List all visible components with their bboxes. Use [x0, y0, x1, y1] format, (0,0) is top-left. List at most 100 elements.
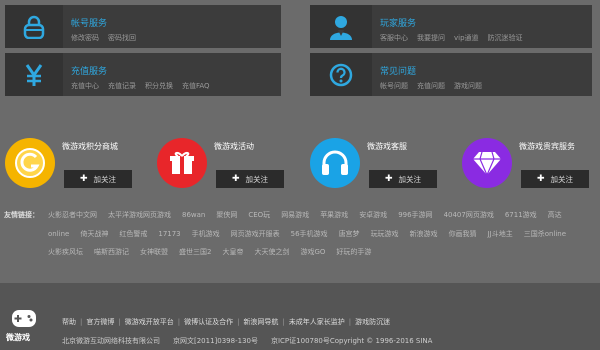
- friend-link[interactable]: 女神联盟: [140, 248, 168, 256]
- link-recover-password[interactable]: 密码找回: [108, 34, 136, 42]
- plus-icon: ✚: [79, 174, 88, 184]
- nav-separator: |: [348, 318, 352, 326]
- license-number: 京网文[2011]0398-130号: [173, 337, 258, 345]
- nav-separator: |: [177, 318, 181, 326]
- follow-button[interactable]: ✚ 加关注: [369, 170, 437, 188]
- headphones-icon[interactable]: [310, 138, 360, 188]
- icp-copyright: 京ICP证100780号Copyright © 1996-2016 SINA: [270, 337, 433, 345]
- recharge-service-title[interactable]: 充值服务: [71, 64, 107, 77]
- friend-link[interactable]: 火影疾风坛: [48, 248, 83, 256]
- link-account-issues[interactable]: 帐号问题: [380, 82, 408, 90]
- follow-button[interactable]: ✚ 加关注: [64, 170, 132, 188]
- recharge-service: 充值服务 充值中心 充值记录 积分兑换 充值FAQ: [5, 53, 281, 96]
- friend-link[interactable]: 40407网页游戏: [444, 211, 494, 219]
- friend-link[interactable]: 手机游戏: [192, 230, 220, 238]
- link-points-exchange[interactable]: 积分兑换: [145, 82, 173, 90]
- player-service-title[interactable]: 玩家服务: [380, 16, 416, 29]
- friend-links-row: 火影疾风坛 喵斯西游记 女神联盟 盛世三国2 大皇帝 大天使之剑 游戏GO 好玩的手游: [48, 246, 382, 258]
- friend-link[interactable]: 高达: [548, 211, 562, 219]
- friend-link[interactable]: 17173: [158, 230, 180, 238]
- player-service: 玩家服务 客服中心 我要提问 vip通道 防沉迷验证: [310, 5, 592, 48]
- footer-nav-link[interactable]: 新浪网导航: [243, 318, 278, 326]
- link-recharge-records[interactable]: 充值记录: [108, 82, 136, 90]
- friend-link[interactable]: 火影忍者中文网: [48, 211, 97, 219]
- follow-label: 加关注: [398, 174, 422, 184]
- footer-nav-link[interactable]: 游戏防沉迷: [355, 318, 390, 326]
- friend-link[interactable]: 56手机游戏: [291, 230, 328, 238]
- footer-nav-link[interactable]: 官方微博: [86, 318, 114, 326]
- link-vip-channel[interactable]: vip通道: [454, 34, 479, 42]
- friend-link[interactable]: 游戏GO: [300, 248, 325, 256]
- friend-link[interactable]: 倚天战神: [80, 230, 108, 238]
- friend-link[interactable]: CEO玩: [248, 211, 270, 219]
- link-recharge-center[interactable]: 充值中心: [71, 82, 99, 90]
- footer-nav-link[interactable]: 帮助: [62, 318, 76, 326]
- friend-link[interactable]: 玩玩游戏: [371, 230, 399, 238]
- footer-nav-link[interactable]: 微游戏开放平台: [125, 318, 174, 326]
- recharge-service-links: 充值中心 充值记录 积分兑换 充值FAQ: [71, 81, 219, 91]
- follow-label: 加关注: [550, 174, 574, 184]
- friend-link[interactable]: 996手游网: [398, 211, 432, 219]
- friend-link[interactable]: 唐宫梦: [339, 230, 360, 238]
- follow-label: 加关注: [245, 174, 269, 184]
- faq-service: 常见问题 帐号问题 充值问题 游戏问题: [310, 53, 592, 96]
- friend-links-label: 友情链接：: [4, 211, 39, 219]
- account-service-title[interactable]: 帐号服务: [71, 16, 107, 29]
- footer: 微游戏 帮助 | 官方微博 | 微游戏开放平台 | 微博认证及合作 | 新浪网导航 | 未成年人家长…: [0, 283, 600, 350]
- friend-link[interactable]: 新浪游戏: [410, 230, 438, 238]
- friend-link[interactable]: 聚侠网: [216, 211, 237, 219]
- friend-link[interactable]: 三国杀online: [524, 230, 566, 238]
- friend-link[interactable]: 6711游戏: [505, 211, 537, 219]
- link-change-password[interactable]: 修改密码: [71, 34, 99, 42]
- weiyouxi-logo[interactable]: 微游戏: [6, 310, 42, 348]
- friend-link[interactable]: 你画我猜: [449, 230, 477, 238]
- feature-title: 微游戏活动: [214, 142, 254, 151]
- lock-icon: [5, 5, 63, 48]
- link-recharge-issues[interactable]: 充值问题: [417, 82, 445, 90]
- account-service-links: 修改密码 密码找回: [71, 33, 145, 43]
- services-panel: 帐号服务 修改密码 密码找回 玩家服务 客服中心 我要提问 vip通道 防沉迷验证 充值…: [5, 5, 592, 96]
- feature-vip-service: 微游戏贵宾服务 ✚ 加关注: [462, 138, 600, 190]
- friend-link[interactable]: 86wan: [182, 211, 205, 219]
- feature-title: 微游戏贵宾服务: [519, 142, 575, 151]
- faq-service-links: 帐号问题 充值问题 游戏问题: [380, 81, 491, 91]
- link-support-center[interactable]: 客服中心: [380, 34, 408, 42]
- friend-link[interactable]: 好玩的手游: [336, 248, 371, 256]
- account-service: 帐号服务 修改密码 密码找回: [5, 5, 281, 48]
- gift-icon[interactable]: [157, 138, 207, 188]
- company-name: 北京微游互动网络科技有限公司: [62, 337, 160, 345]
- nav-separator: |: [237, 318, 240, 326]
- follow-button[interactable]: ✚ 加关注: [216, 170, 284, 188]
- footer-nav-link[interactable]: 未成年人家长监护: [289, 318, 345, 326]
- yuan-icon: [5, 53, 63, 96]
- gamepad-icon: [12, 310, 36, 327]
- link-recharge-faq[interactable]: 充值FAQ: [182, 82, 210, 90]
- friend-link[interactable]: 苹果游戏: [320, 211, 348, 219]
- feature-title: 微游戏积分商城: [62, 142, 118, 151]
- link-anti-addiction[interactable]: 防沉迷验证: [488, 34, 523, 42]
- friend-link[interactable]: online: [48, 230, 69, 238]
- friend-link[interactable]: 喵斯西游记: [94, 248, 129, 256]
- friend-link[interactable]: 太平洋游戏网页游戏: [108, 211, 171, 219]
- user-icon: [310, 5, 372, 48]
- question-icon: [310, 53, 372, 96]
- footer-nav-link[interactable]: 微博认证及合作: [184, 318, 233, 326]
- faq-service-title[interactable]: 常见问题: [380, 64, 416, 77]
- plus-icon: ✚: [384, 174, 393, 184]
- friend-link[interactable]: 网易游戏: [281, 211, 309, 219]
- friend-link[interactable]: 大天使之剑: [254, 248, 289, 256]
- plus-icon: ✚: [536, 174, 545, 184]
- link-game-issues[interactable]: 游戏问题: [454, 82, 482, 90]
- friend-link[interactable]: 大皇帝: [222, 248, 243, 256]
- friend-link[interactable]: JJ斗地主: [488, 230, 513, 238]
- follow-button[interactable]: ✚ 加关注: [521, 170, 589, 188]
- friend-link[interactable]: 盛世三国2: [179, 248, 211, 256]
- link-ask-question[interactable]: 我要提问: [417, 34, 445, 42]
- friend-link[interactable]: 安卓游戏: [359, 211, 387, 219]
- feature-customer-service: 微游戏客服 ✚ 加关注: [310, 138, 460, 190]
- friend-link[interactable]: 红色警戒: [119, 230, 147, 238]
- g-coin-icon[interactable]: [5, 138, 55, 188]
- friend-link[interactable]: 网页游戏开服表: [231, 230, 280, 238]
- nav-separator: |: [80, 318, 83, 326]
- diamond-icon[interactable]: [462, 138, 512, 188]
